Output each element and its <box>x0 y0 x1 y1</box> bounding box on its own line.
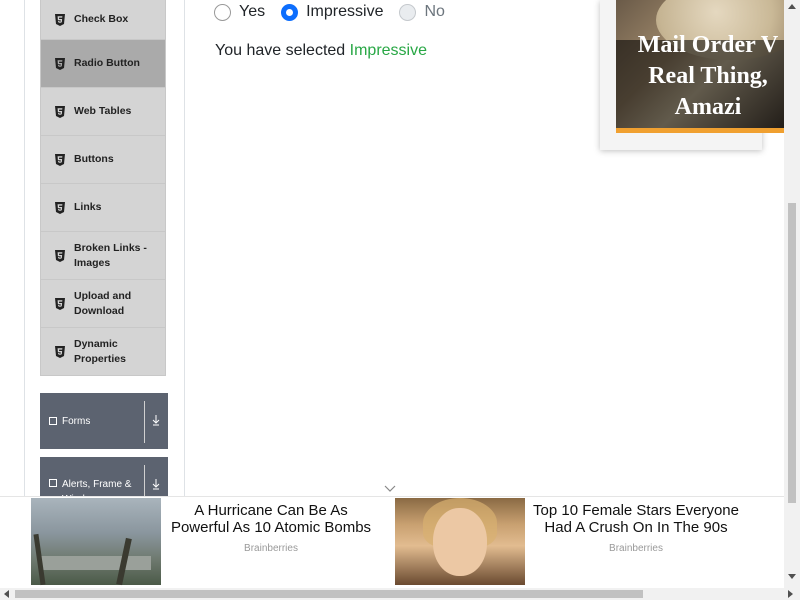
sidebar-elements-list: Check Box Radio Button Web Tables Button… <box>40 0 166 376</box>
html5-icon <box>55 57 65 70</box>
scroll-right-icon[interactable] <box>788 590 793 598</box>
hurricane-thumbnail[interactable] <box>31 498 161 586</box>
bottom-ad-unit[interactable]: Top 10 Female Stars Everyone Had A Crush… <box>395 498 757 585</box>
radio-yes-label[interactable]: Yes <box>239 3 265 21</box>
bottom-ad-unit[interactable]: A Hurricane Can Be As Powerful As 10 Ato… <box>31 498 391 586</box>
radio-no <box>399 3 417 21</box>
sidebar-item-web-tables[interactable]: Web Tables <box>40 88 166 136</box>
group-header-forms[interactable]: Forms <box>40 393 168 449</box>
sidebar-item-upload-download[interactable]: Upload and Download <box>40 280 166 328</box>
html5-icon <box>55 13 65 26</box>
sidebar-item-dynamic-properties[interactable]: Dynamic Properties <box>40 328 166 376</box>
scroll-left-icon[interactable] <box>4 590 9 598</box>
actress-thumbnail[interactable] <box>395 498 525 585</box>
sidebar-item-label: Radio Button <box>74 57 140 69</box>
sidebar-item-label: Web Tables <box>74 105 132 117</box>
bottom-ad-title-line: Powerful As 10 Atomic Bombs <box>170 519 372 536</box>
side-ad[interactable]: Mail Order V Real Thing, Amazi <box>600 0 784 150</box>
sidebar-item-label: Upload and Download <box>74 289 132 317</box>
sidebar-item-buttons[interactable]: Buttons <box>40 136 166 184</box>
radio-impressive-label[interactable]: Impressive <box>306 3 383 21</box>
html5-icon <box>55 345 65 358</box>
bottom-ad-title-line: A Hurricane Can Be As <box>194 502 348 519</box>
sidebar-item-label: Check Box <box>74 13 129 25</box>
radio-impressive[interactable] <box>281 3 299 21</box>
html5-icon <box>55 297 65 310</box>
sidebar-item-links[interactable]: Links <box>40 184 166 232</box>
window-icon <box>49 479 57 487</box>
sidebar-item-radio-button[interactable]: Radio Button <box>40 40 166 88</box>
group-header-label: Forms <box>62 415 91 427</box>
bottom-ad-title[interactable]: A Hurricane Can Be As Powerful As 10 Ato… <box>161 502 381 536</box>
bottom-ad-source: Brainberries <box>244 543 298 554</box>
radio-yes[interactable] <box>214 3 231 21</box>
side-ad-headline-line: Real Thing, <box>648 63 768 89</box>
result-value: Impressive <box>349 42 427 59</box>
radio-no-label: No <box>424 3 445 20</box>
result-prefix: You have selected <box>215 42 346 59</box>
side-ad-image[interactable]: Mail Order V Real Thing, Amazi <box>616 0 784 130</box>
html5-icon <box>55 201 65 214</box>
selection-result: You have selected Impressive <box>215 42 427 60</box>
side-ad-headline-line: Amazi <box>674 94 742 120</box>
bottom-ad-source: Brainberries <box>609 543 663 554</box>
radio-group: Yes Impressive No <box>214 0 445 24</box>
vertical-scrollbar-thumb[interactable] <box>788 203 796 503</box>
horizontal-scrollbar-thumb[interactable] <box>15 590 643 598</box>
download-icon[interactable] <box>150 477 162 491</box>
side-ad-headline: Mail Order V Real Thing, Amazi <box>616 30 784 123</box>
html5-icon <box>55 249 65 262</box>
html5-icon <box>55 105 65 118</box>
form-icon <box>49 417 57 425</box>
chevron-down-icon[interactable] <box>384 483 396 493</box>
group-header-divider <box>144 401 145 443</box>
bottom-ad-banner: A Hurricane Can Be As Powerful As 10 Ato… <box>0 485 784 588</box>
sidebar-item-check-box[interactable]: Check Box <box>40 0 166 40</box>
download-icon[interactable] <box>150 413 162 427</box>
vertical-scrollbar[interactable] <box>784 0 800 588</box>
side-ad-headline-line: Mail Order V <box>637 32 779 58</box>
html5-icon <box>55 153 65 166</box>
sidebar-item-label: Links <box>74 201 102 213</box>
bottom-ad-title-line: Had A Crush On In The 90s <box>544 519 728 536</box>
scroll-up-icon[interactable] <box>788 4 796 9</box>
sidebar-item-broken-links[interactable]: Broken Links - Images <box>40 232 166 280</box>
bottom-ad-title[interactable]: Top 10 Female Stars Everyone Had A Crush… <box>525 502 747 536</box>
sidebar-item-label: Buttons <box>74 153 114 165</box>
sidebar-item-label: Dynamic Properties <box>74 337 126 365</box>
side-ad-accent-bar <box>616 128 784 133</box>
sidebar-item-label: Broken Links - Images <box>74 241 147 269</box>
bottom-ad-title-line: Top 10 Female Stars Everyone <box>533 502 739 519</box>
face-shape <box>433 508 487 576</box>
scroll-down-icon[interactable] <box>788 574 796 579</box>
horizontal-scrollbar[interactable] <box>0 588 800 600</box>
road-shape <box>41 556 151 570</box>
